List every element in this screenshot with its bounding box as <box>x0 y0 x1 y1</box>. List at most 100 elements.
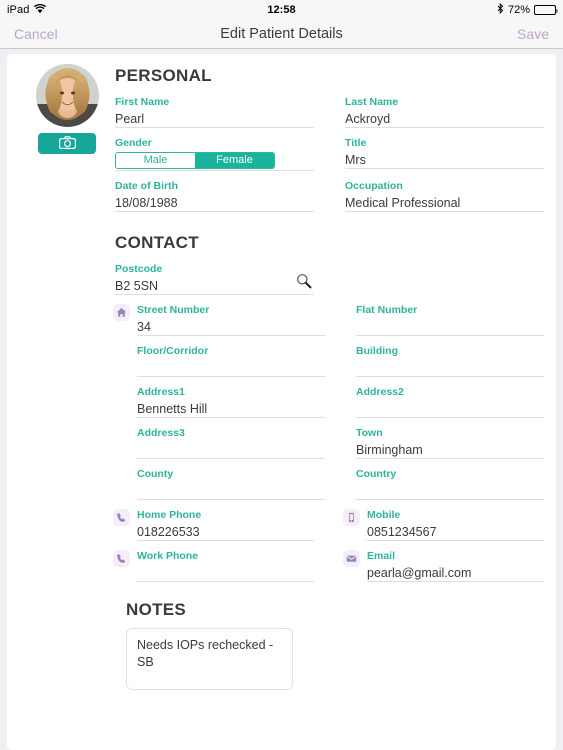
avatar[interactable] <box>35 64 99 127</box>
row-floor-building: Floor/Corridor Building <box>115 344 544 385</box>
row-street-flat: Street Number 34 Flat Number <box>113 303 544 344</box>
battery-icon <box>534 5 558 15</box>
row-gender-title: Gender Male Female Title Mrs <box>115 136 544 179</box>
input-mobile[interactable]: 0851234567 <box>367 524 544 541</box>
section-title-contact: CONTACT <box>115 233 199 252</box>
phone-icon <box>113 550 130 567</box>
label-floor-corridor: Floor/Corridor <box>137 345 209 357</box>
status-bar: iPad 12:58 72% <box>0 0 563 20</box>
label-mobile: Mobile <box>367 509 401 521</box>
input-title[interactable]: Mrs <box>345 152 544 169</box>
field-occupation[interactable]: Occupation Medical Professional <box>345 179 544 212</box>
avatar-column <box>19 62 115 590</box>
field-home-phone[interactable]: Home Phone 018226533 <box>113 508 314 541</box>
input-floor-corridor[interactable] <box>137 360 325 377</box>
battery-percent: 72% <box>507 4 530 16</box>
label-building: Building <box>356 345 398 357</box>
page-title: Edit Patient Details <box>220 26 343 42</box>
input-postcode[interactable]: B2 5SN <box>115 278 314 295</box>
label-occupation: Occupation <box>345 180 403 192</box>
input-first-name[interactable]: Pearl <box>115 111 314 128</box>
label-address1: Address1 <box>137 386 185 398</box>
search-icon[interactable] <box>296 273 312 294</box>
gender-option-male[interactable]: Male <box>116 153 195 168</box>
section-title-notes: NOTES <box>126 600 187 619</box>
row-postcode: Postcode B2 5SN <box>115 262 544 303</box>
input-email[interactable]: pearla@gmail.com <box>367 565 544 582</box>
label-county: County <box>137 468 174 480</box>
save-button[interactable]: Save <box>517 26 549 42</box>
field-address3[interactable]: Address3 <box>115 426 325 459</box>
field-email[interactable]: Email pearla@gmail.com <box>343 549 544 582</box>
field-first-name[interactable]: First Name Pearl <box>115 95 314 128</box>
input-occupation[interactable]: Medical Professional <box>345 195 544 212</box>
envelope-icon <box>343 550 360 567</box>
input-building[interactable] <box>356 360 544 377</box>
device-name: iPad <box>7 4 30 16</box>
label-home-phone: Home Phone <box>137 509 202 521</box>
field-county[interactable]: County <box>115 467 325 500</box>
field-country[interactable]: Country <box>356 467 544 500</box>
input-last-name[interactable]: Ackroyd <box>345 111 544 128</box>
gender-segmented-control[interactable]: Male Female <box>115 152 275 169</box>
field-town[interactable]: Town Birmingham <box>356 426 544 459</box>
input-date-of-birth[interactable]: 18/08/1988 <box>115 195 314 212</box>
field-flat-number[interactable]: Flat Number <box>356 303 544 336</box>
section-title-personal: PERSONAL <box>115 66 212 85</box>
field-work-phone[interactable]: Work Phone <box>113 549 314 582</box>
row-address1-address2: Address1 Bennetts Hill Address2 <box>115 385 544 426</box>
status-bar-left: iPad <box>7 3 47 17</box>
row-county-country: County Country <box>115 467 544 508</box>
input-address3[interactable] <box>137 442 325 459</box>
change-photo-button[interactable] <box>38 133 96 154</box>
cancel-button[interactable]: Cancel <box>14 26 58 42</box>
field-address1[interactable]: Address1 Bennetts Hill <box>115 385 325 418</box>
label-gender: Gender <box>115 137 152 149</box>
label-work-phone: Work Phone <box>137 550 199 562</box>
label-street-number: Street Number <box>137 304 210 316</box>
input-work-phone[interactable] <box>137 565 314 582</box>
home-icon <box>113 304 130 321</box>
status-bar-clock: 12:58 <box>267 4 296 16</box>
mobile-icon <box>343 509 360 526</box>
input-town[interactable]: Birmingham <box>356 442 544 459</box>
input-street-number[interactable]: 34 <box>137 319 325 336</box>
field-last-name[interactable]: Last Name Ackroyd <box>345 95 544 128</box>
input-flat-number[interactable] <box>356 319 544 336</box>
label-date-of-birth: Date of Birth <box>115 180 178 192</box>
field-mobile[interactable]: Mobile 0851234567 <box>343 508 544 541</box>
label-title: Title <box>345 137 367 149</box>
notes-textarea[interactable] <box>126 628 293 690</box>
form-column: PERSONAL First Name Pearl Last Name Ackr… <box>113 62 544 590</box>
row-address3-town: Address3 Town Birmingham <box>115 426 544 467</box>
gender-option-female[interactable]: Female <box>195 153 274 168</box>
input-country[interactable] <box>356 483 544 500</box>
notes-section: NOTES <box>7 590 556 695</box>
input-address1[interactable]: Bennetts Hill <box>137 401 325 418</box>
field-postcode[interactable]: Postcode B2 5SN <box>115 262 314 295</box>
label-flat-number: Flat Number <box>356 304 418 316</box>
row-dob-occupation: Date of Birth 18/08/1988 Occupation Medi… <box>115 179 544 220</box>
row-names: First Name Pearl Last Name Ackroyd <box>115 95 544 136</box>
label-address3: Address3 <box>137 427 185 439</box>
label-last-name: Last Name <box>345 96 399 108</box>
row-home-phone-mobile: Home Phone 018226533 Mobile 0851234567 <box>113 508 544 549</box>
field-title[interactable]: Title Mrs <box>345 136 544 171</box>
field-floor-corridor[interactable]: Floor/Corridor <box>115 344 325 377</box>
field-street-number[interactable]: Street Number 34 <box>113 303 325 336</box>
bluetooth-icon <box>497 2 504 17</box>
field-date-of-birth[interactable]: Date of Birth 18/08/1988 <box>115 179 314 212</box>
input-home-phone[interactable]: 018226533 <box>137 524 314 541</box>
label-town: Town <box>356 427 383 439</box>
navigation-bar: Cancel Edit Patient Details Save <box>0 20 563 49</box>
wifi-icon <box>34 3 47 17</box>
label-first-name: First Name <box>115 96 170 108</box>
field-gender[interactable]: Gender Male Female <box>115 136 314 171</box>
field-address2[interactable]: Address2 <box>356 385 544 418</box>
input-address2[interactable] <box>356 401 544 418</box>
phone-icon <box>113 509 130 526</box>
field-building[interactable]: Building <box>356 344 544 377</box>
input-county[interactable] <box>137 483 325 500</box>
form-body: PERSONAL First Name Pearl Last Name Ackr… <box>7 62 556 590</box>
patient-details-card: PERSONAL First Name Pearl Last Name Ackr… <box>7 54 556 750</box>
